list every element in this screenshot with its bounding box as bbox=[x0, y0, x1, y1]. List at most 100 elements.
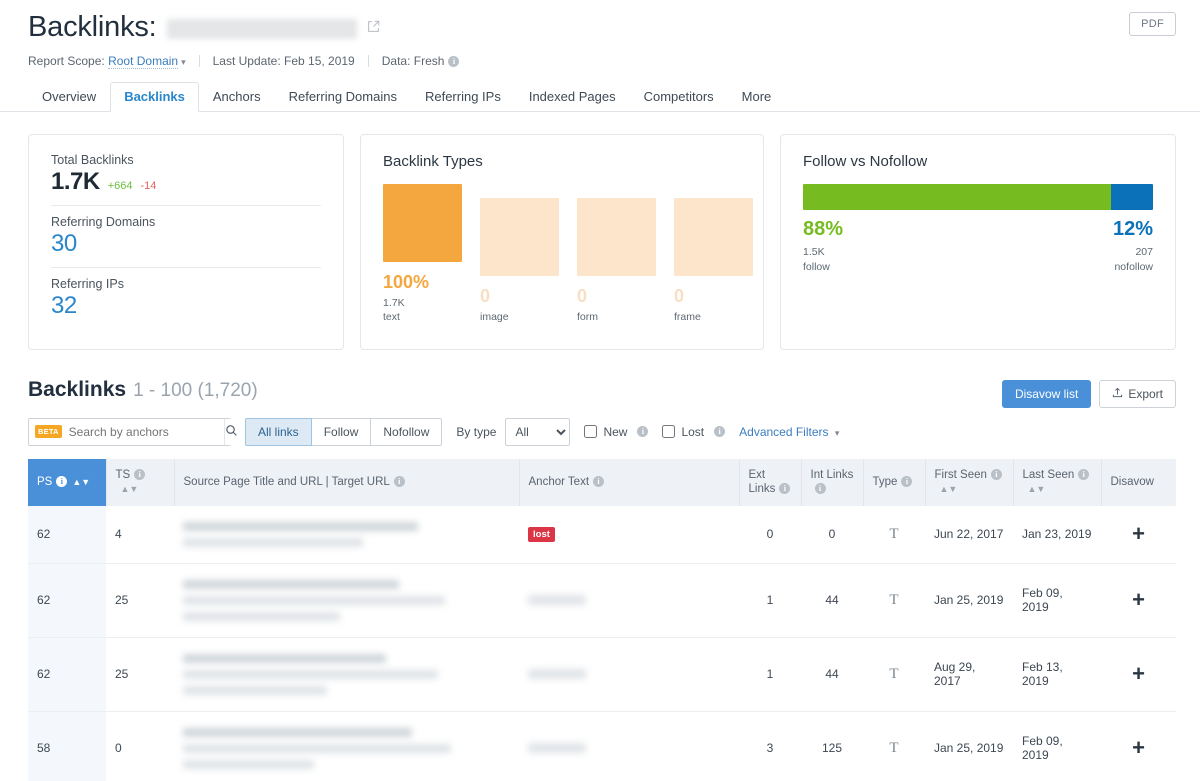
search-input[interactable] bbox=[61, 424, 224, 439]
table-row[interactable]: 58 0 3 125 T Jan 25, 2019 Feb 09, 2019 + bbox=[28, 711, 1176, 781]
tab-referring-domains[interactable]: Referring Domains bbox=[275, 82, 411, 112]
cell-type: T bbox=[863, 563, 925, 638]
cell-ps: 62 bbox=[28, 637, 106, 712]
cell-int-links: 0 bbox=[801, 505, 863, 564]
new-checkbox-input[interactable] bbox=[584, 425, 598, 439]
follow-percent: 88% bbox=[803, 217, 844, 240]
pdf-button[interactable]: PDF bbox=[1129, 12, 1176, 36]
disavow-list-button[interactable]: Disavow list bbox=[1001, 379, 1092, 408]
info-icon[interactable]: i bbox=[901, 476, 913, 488]
table-row[interactable]: 62 25 1 44 T bbox=[28, 563, 1176, 638]
lost-checkbox[interactable]: Lost i bbox=[662, 425, 726, 439]
info-icon[interactable]: i bbox=[1078, 468, 1090, 480]
follow-nofollow-legend: 88% 1.5K follow 12% 207 nofollow bbox=[803, 218, 1153, 274]
search-box[interactable]: BETA bbox=[28, 417, 238, 446]
backlink-types-chart: 100% 1.7K text 0 image 0 form 0 frame bbox=[383, 183, 753, 324]
search-button[interactable] bbox=[223, 418, 238, 445]
cell-anchor bbox=[519, 637, 739, 712]
column-header-anchor: Anchor Text i bbox=[519, 458, 740, 506]
cell-ts: 4 bbox=[106, 505, 174, 564]
filter-follow[interactable]: Follow bbox=[311, 417, 372, 446]
cell-disavow[interactable]: + bbox=[1101, 711, 1176, 781]
tab-overview[interactable]: Overview bbox=[28, 82, 110, 112]
column-header-int-links: Int Links i bbox=[801, 458, 864, 506]
tab-competitors[interactable]: Competitors bbox=[630, 82, 728, 112]
advanced-filters-toggle[interactable]: Advanced Filters ▾ bbox=[739, 425, 839, 439]
type-bar-image: 0 image bbox=[480, 198, 559, 324]
info-icon[interactable]: i bbox=[393, 476, 405, 488]
info-icon[interactable]: i bbox=[134, 468, 146, 480]
nofollow-sublabel: 207 nofollow bbox=[1113, 245, 1153, 274]
filter-all-links[interactable]: All links bbox=[245, 417, 312, 446]
tab-referring-ips[interactable]: Referring IPs bbox=[411, 82, 515, 112]
disavow-add-icon[interactable]: + bbox=[1132, 735, 1145, 760]
info-icon[interactable]: i bbox=[593, 476, 605, 488]
cell-int-links: 125 bbox=[801, 711, 863, 781]
filter-nofollow[interactable]: Nofollow bbox=[371, 417, 443, 446]
cell-source[interactable] bbox=[174, 637, 519, 712]
column-label: PS bbox=[37, 476, 53, 489]
sort-icon[interactable]: ▲▼ bbox=[72, 478, 90, 487]
cell-last-seen: Feb 09, 2019 bbox=[1013, 711, 1101, 781]
info-icon[interactable]: i bbox=[814, 483, 826, 495]
column-header-ps[interactable]: PS i ▲▼ bbox=[28, 458, 107, 506]
bar-rect bbox=[577, 198, 656, 277]
cell-disavow[interactable]: + bbox=[1101, 505, 1176, 564]
bar-sublabel: image bbox=[480, 310, 559, 324]
export-button[interactable]: Export bbox=[1099, 379, 1176, 408]
status-badge: lost bbox=[528, 527, 555, 543]
by-type-select[interactable]: All bbox=[505, 417, 571, 446]
sort-icon[interactable]: ▲▼ bbox=[121, 485, 139, 494]
cell-source[interactable] bbox=[174, 563, 519, 638]
column-header-last-seen[interactable]: Last Seen i ▲▼ bbox=[1013, 458, 1102, 506]
tab-anchors[interactable]: Anchors bbox=[199, 82, 275, 112]
type-text-icon: T bbox=[889, 665, 899, 682]
column-header-ts[interactable]: TS i ▲▼ bbox=[106, 458, 175, 506]
info-icon[interactable]: i bbox=[990, 468, 1002, 480]
data-status: Data: Fresh i bbox=[382, 54, 473, 68]
info-icon[interactable]: i bbox=[714, 426, 726, 438]
sort-icon[interactable]: ▲▼ bbox=[940, 485, 958, 494]
disavow-add-icon[interactable]: + bbox=[1132, 587, 1145, 612]
delta-down: -14 bbox=[140, 179, 157, 192]
report-meta: Report Scope: Root Domain ▾ Last Update: … bbox=[28, 53, 1176, 69]
info-icon[interactable]: i bbox=[779, 483, 791, 495]
cell-source[interactable] bbox=[174, 711, 519, 781]
advanced-filters-label: Advanced Filters bbox=[739, 424, 829, 439]
column-label: Type bbox=[872, 476, 898, 489]
tab-more[interactable]: More bbox=[728, 82, 786, 112]
info-icon[interactable]: i bbox=[448, 55, 460, 67]
backlinks-report-page: Backlinks: PDF Report Scope: Root Domain… bbox=[0, 0, 1200, 781]
column-header-disavow: Disavow bbox=[1101, 458, 1176, 506]
column-header-first-seen[interactable]: First Seen i ▲▼ bbox=[925, 458, 1014, 506]
column-label: Last Seen bbox=[1022, 468, 1075, 481]
nofollow-legend: 12% 207 nofollow bbox=[1113, 218, 1153, 274]
page-title: Backlinks: bbox=[28, 11, 157, 43]
disavow-add-icon[interactable]: + bbox=[1132, 661, 1145, 686]
info-icon[interactable]: i bbox=[56, 476, 68, 488]
type-bar-form: 0 form bbox=[577, 198, 656, 324]
bar-label: text bbox=[383, 311, 400, 324]
cell-source[interactable] bbox=[174, 505, 519, 564]
info-icon[interactable]: i bbox=[637, 426, 649, 438]
lost-checkbox-input[interactable] bbox=[662, 425, 676, 439]
tab-backlinks[interactable]: Backlinks bbox=[110, 81, 199, 112]
external-link-icon[interactable] bbox=[367, 20, 380, 38]
chevron-down-icon: ▾ bbox=[834, 427, 840, 438]
cell-disavow[interactable]: + bbox=[1101, 563, 1176, 638]
follow-vs-nofollow-card: Follow vs Nofollow 88% 1.5K follow 12% 2… bbox=[780, 133, 1176, 350]
table-row[interactable]: 62 4 lost 0 0 T Jun 22, 2017 Jan 23, 201… bbox=[28, 505, 1176, 564]
bar-count: 1.7K bbox=[383, 296, 405, 309]
section-title: Backlinks bbox=[28, 377, 127, 401]
disavow-add-icon[interactable]: + bbox=[1132, 521, 1145, 546]
tab-indexed-pages[interactable]: Indexed Pages bbox=[515, 82, 630, 112]
section-count: 1 - 100 (1,720) bbox=[133, 379, 258, 401]
type-text-icon: T bbox=[889, 525, 899, 542]
new-checkbox[interactable]: New i bbox=[584, 425, 649, 439]
table-row[interactable]: 62 25 1 44 T bbox=[28, 637, 1176, 712]
bar-label: form bbox=[577, 311, 598, 324]
sort-icon[interactable]: ▲▼ bbox=[1028, 485, 1046, 494]
report-scope-value[interactable]: Root Domain bbox=[108, 53, 179, 69]
cell-disavow[interactable]: + bbox=[1101, 637, 1176, 712]
chevron-down-icon[interactable]: ▾ bbox=[181, 57, 186, 68]
